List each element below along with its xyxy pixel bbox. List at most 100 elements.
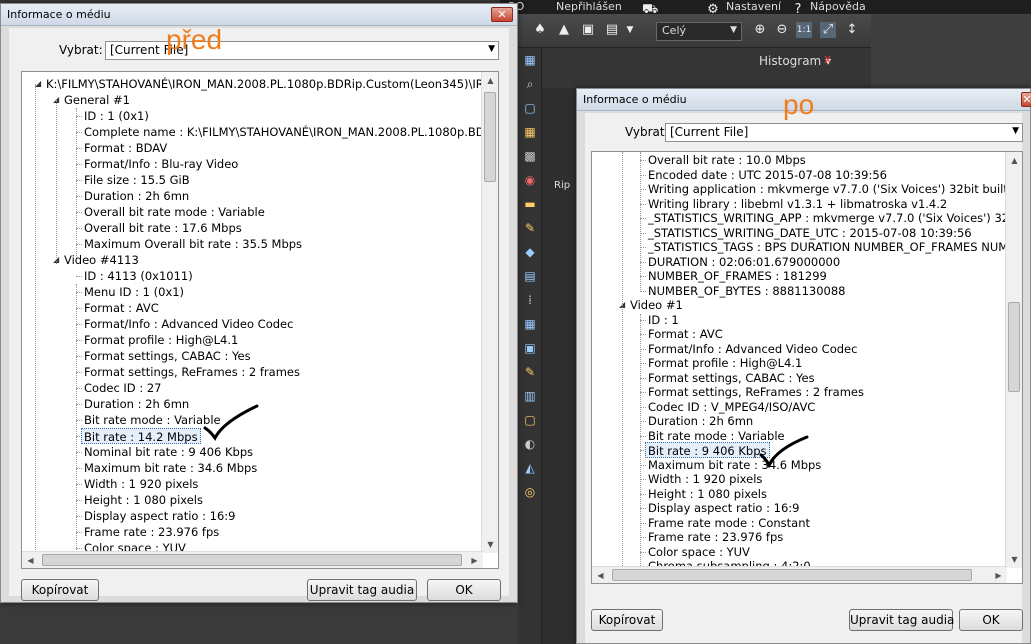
media-info-window-before: Informace o médiu ✕ Vybrat: [Current Fil…: [0, 3, 518, 603]
fit-icon[interactable]: ⤢: [820, 22, 836, 38]
ok-button[interactable]: OK: [959, 609, 1023, 631]
close-icon[interactable]: ✕: [491, 7, 513, 22]
tool-icon[interactable]: ▬: [522, 196, 538, 212]
tree-row[interactable]: Format : BDAV: [84, 140, 167, 156]
scroll-thumb[interactable]: [42, 554, 462, 566]
panel-close-icon[interactable]: x: [824, 52, 831, 66]
scroll-right-icon[interactable]: ▶: [466, 552, 483, 568]
tree-row[interactable]: ID : 4113 (0x1011): [84, 268, 193, 284]
scroll-thumb[interactable]: [1008, 302, 1020, 392]
tool-icon[interactable]: ✎: [522, 220, 538, 236]
file-select[interactable]: [Current File] ▼: [105, 41, 499, 60]
tree-row[interactable]: Format settings, ReFrames : 2 frames: [84, 364, 300, 380]
tool-icon[interactable]: ◆: [522, 244, 538, 260]
triangle-icon[interactable]: ▲: [556, 22, 572, 38]
window-title: Informace o médiu: [7, 8, 111, 21]
tree-row[interactable]: Frame rate : 23.976 fps: [84, 524, 219, 540]
tool-icon[interactable]: ⁞: [522, 292, 538, 308]
scroll-down-icon[interactable]: ▼: [1006, 551, 1022, 568]
edit-audio-tag-button[interactable]: Upravit tag audia: [849, 609, 954, 631]
file-select[interactable]: [Current File] ▼: [665, 123, 1023, 142]
tree-row[interactable]: Duration : 2h 6mn: [84, 188, 189, 204]
info-tree[interactable]: ◢ K:\FILMY\STAHOVANÉ\IRON_MAN.2008.PL.108…: [21, 71, 499, 569]
zoom-select[interactable]: Celý ▼: [656, 22, 742, 41]
tool-icon[interactable]: ▢: [522, 412, 538, 428]
close-icon[interactable]: ✕: [1021, 92, 1031, 107]
tool-icon[interactable]: ▥: [522, 388, 538, 404]
tree-row[interactable]: Width : 1 920 pixels: [84, 476, 198, 492]
tool-icon[interactable]: ▣: [522, 340, 538, 356]
help-icon[interactable]: ?: [790, 2, 806, 18]
tool-icon[interactable]: ▦: [522, 316, 538, 332]
tool-icon[interactable]: ▢: [522, 100, 538, 116]
tree-row[interactable]: File size : 15.5 GiB: [84, 172, 190, 188]
copy-button[interactable]: Kopírovat: [21, 579, 99, 601]
copy-button[interactable]: Kopírovat: [591, 609, 663, 631]
tree-row[interactable]: Format profile : High@L4.1: [84, 332, 238, 348]
tree-row[interactable]: Duration : 2h 6mn: [84, 396, 189, 412]
tree-row[interactable]: Display aspect ratio : 16:9: [84, 508, 235, 524]
cart-icon[interactable]: ⛟: [642, 2, 658, 18]
tool-icon[interactable]: ▩: [522, 148, 538, 164]
menu-item-login[interactable]: Nepřihlášen: [556, 0, 622, 13]
scroll-down-icon[interactable]: ▼: [482, 536, 498, 553]
horizontal-scrollbar[interactable]: ◀ ▶: [22, 551, 483, 568]
tool-icon[interactable]: ◭: [522, 460, 538, 476]
gear-icon[interactable]: ⚙: [705, 2, 721, 18]
image-icon[interactable]: ▣: [580, 22, 596, 38]
select-label: Vybrat:: [625, 125, 669, 139]
tree-row[interactable]: ID : 1 (0x1): [84, 108, 149, 124]
tree-row[interactable]: Maximum Overall bit rate : 35.5 Mbps: [84, 236, 302, 252]
tree-row[interactable]: Overall bit rate : 17.6 Mbps: [84, 220, 242, 236]
info-tree[interactable]: Overall bit rate : 10.0 Mbps Encoded date…: [591, 151, 1023, 584]
print-icon[interactable]: ▤: [604, 22, 620, 38]
tree-row[interactable]: Complete name : K:\FILMY\STAHOVANÉ\IRON_…: [84, 124, 485, 140]
tree-row[interactable]: Nominal bit rate : 9 406 Kbps: [84, 444, 253, 460]
title-bar[interactable]: Informace o médiu ✕: [1, 4, 517, 26]
scroll-left-icon[interactable]: ◀: [592, 567, 609, 583]
tool-icon[interactable]: ⌕: [522, 76, 538, 92]
tree-row[interactable]: Maximum bit rate : 34.6 Mbps: [84, 460, 257, 476]
tree-row[interactable]: Height : 1 080 pixels: [84, 492, 203, 508]
menu-item-help[interactable]: Nápověda: [810, 0, 866, 13]
menu-item-settings[interactable]: Nastavení: [726, 0, 781, 13]
tree-connector: [56, 100, 57, 264]
tool-icon[interactable]: ◉: [522, 172, 538, 188]
tool-icon[interactable]: ▤: [522, 268, 538, 284]
scroll-up-icon[interactable]: ▲: [1006, 152, 1022, 169]
tool-strip: ▦ ⌕ ▢ ▦ ▩ ◉ ▬ ✎ ◆ ▤ ⁞ ▦ ▣ ✎ ▥ ▢ ◐ ◭ ◎: [518, 48, 542, 644]
tree-row[interactable]: Menu ID : 1 (0x1): [84, 284, 184, 300]
tool-icon[interactable]: ◎: [522, 484, 538, 500]
scroll-left-icon[interactable]: ◀: [22, 552, 39, 568]
scroll-up-icon[interactable]: ▲: [482, 72, 498, 89]
tree-row[interactable]: General #1: [64, 92, 130, 108]
tool-icon[interactable]: ✎: [522, 364, 538, 380]
scroll-right-icon[interactable]: ▶: [990, 567, 1007, 583]
histogram-tab[interactable]: Histogram ▾: [759, 54, 831, 68]
scroll-thumb[interactable]: [484, 92, 496, 182]
vertical-scrollbar[interactable]: ▲ ▼: [481, 72, 498, 553]
chevron-down-icon[interactable]: ▼: [622, 22, 638, 38]
zoom-in-icon[interactable]: ⊕: [752, 22, 768, 38]
actual-size-icon[interactable]: 1:1: [796, 22, 812, 38]
fit-height-icon[interactable]: ↕: [844, 22, 860, 38]
tree-connector: [76, 284, 77, 568]
tree-row[interactable]: Format settings, CABAC : Yes: [84, 348, 251, 364]
vertical-scrollbar[interactable]: ▲ ▼: [1005, 152, 1022, 568]
horizontal-scrollbar[interactable]: ◀ ▶: [592, 566, 1007, 583]
tree-row[interactable]: K:\FILMY\STAHOVANÉ\IRON_MAN.2008.PL.1080…: [46, 76, 488, 92]
tool-icon[interactable]: ▦: [522, 52, 538, 68]
tree-row[interactable]: Codec ID : 27: [84, 380, 162, 396]
tree-row[interactable]: Overall bit rate mode : Variable: [84, 204, 265, 220]
tree-row[interactable]: Format/Info : Blu-ray Video: [84, 156, 238, 172]
tool-icon[interactable]: ▦: [522, 124, 538, 140]
tool-icon[interactable]: ◐: [522, 436, 538, 452]
zoom-out-icon[interactable]: ⊖: [774, 22, 790, 38]
tree-row-selected[interactable]: Bit rate : 14.2 Mbps: [81, 428, 201, 444]
tree-row[interactable]: Format/Info : Advanced Video Codec: [84, 316, 293, 332]
pin-icon[interactable]: ♠: [532, 22, 548, 38]
tree-row[interactable]: Format : AVC: [84, 300, 159, 316]
edit-audio-tag-button[interactable]: Upravit tag audia: [307, 579, 417, 601]
ok-button[interactable]: OK: [427, 579, 501, 601]
scroll-thumb[interactable]: [612, 569, 972, 581]
